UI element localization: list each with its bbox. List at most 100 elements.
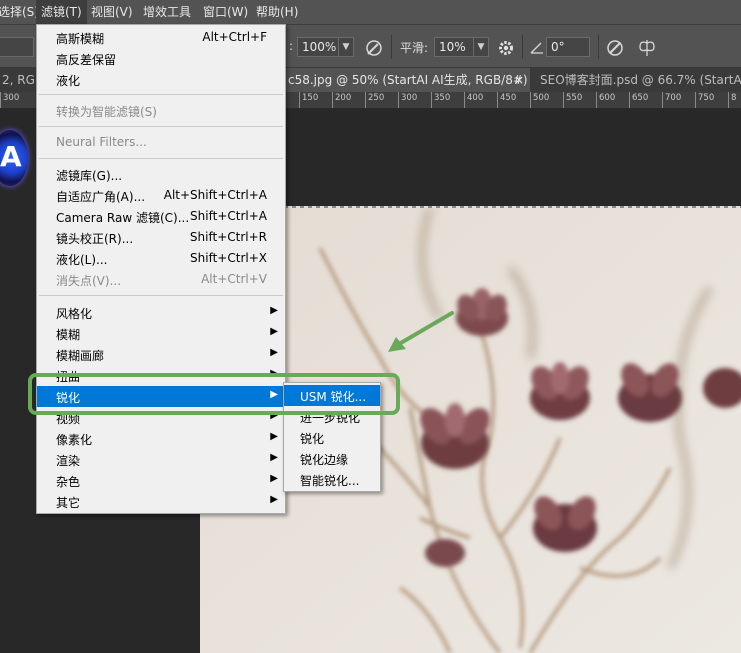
menu-item-label: 消失点(V)... (56, 274, 122, 288)
menu-item-label: 风格化 (56, 307, 93, 321)
menu-item-stylize[interactable]: 风格化 ▶ (37, 302, 285, 323)
menu-item-label: 滤镜库(G)... (56, 169, 123, 183)
menu-item-liquify[interactable]: 液化 (37, 69, 285, 90)
menu-item-high-pass[interactable]: 高反差保留 (37, 48, 285, 69)
menu-item-gaussian-blur[interactable]: 高斯模糊 Alt+Ctrl+F (37, 27, 285, 48)
smoothing-dropdown[interactable]: ▼ (473, 37, 489, 57)
annotation-highlight-box (28, 373, 400, 415)
ruler-line (299, 92, 300, 108)
opacity-input[interactable]: 100% (297, 37, 339, 57)
menu-item-label: 自适应广角(A)... (56, 190, 146, 204)
menu-item-lens-correction[interactable]: 镜头校正(R)... Shift+Ctrl+R (37, 227, 285, 248)
ruler-line (431, 92, 432, 108)
menu-select[interactable]: 选择(S) (0, 0, 39, 24)
menu-item-label: 杂色 (56, 475, 81, 489)
tab-document-3[interactable]: SEO博客封面.psd @ 66.7% (StartAI AI (540, 68, 741, 92)
ruler-line (563, 92, 564, 108)
separator (391, 35, 392, 59)
ruler-tick: 600 (599, 93, 616, 103)
ruler-tick: 700 (665, 93, 682, 103)
menu-item-label: 高斯模糊 (56, 32, 105, 46)
menu-item-label: 液化(L)... (56, 253, 108, 267)
menu-filter[interactable]: 滤镜(T) (36, 0, 87, 24)
menu-item-pixelate[interactable]: 像素化 ▶ (37, 428, 285, 449)
menu-item-label: 模糊画廊 (56, 349, 105, 363)
separator (522, 35, 523, 59)
pressure-opacity-icon[interactable] (364, 38, 384, 58)
menu-item-label: 像素化 (56, 433, 93, 447)
submenu-arrow-icon: ▶ (270, 494, 278, 505)
ruler-line (497, 92, 498, 108)
menu-item-convert-smart-filter: 转换为智能滤镜(S) (37, 100, 285, 121)
options-field-left[interactable] (0, 37, 34, 57)
menu-item-render[interactable]: 渲染 ▶ (37, 449, 285, 470)
tab-document-2[interactable]: c58.jpg @ 50% (StartAI AI生成, RGB/8#) * × (286, 68, 530, 92)
menu-item-noise[interactable]: 杂色 ▶ (37, 470, 285, 491)
menu-item-vanishing-point: 消失点(V)... Alt+Ctrl+V (37, 269, 285, 290)
menu-item-shortcut: Alt+Ctrl+V (201, 272, 267, 286)
submenu-arrow-icon: ▶ (270, 347, 278, 358)
menu-item-filter-gallery[interactable]: 滤镜库(G)... (37, 164, 285, 185)
ruler-line (398, 92, 399, 108)
menu-item-label: 渲染 (56, 454, 81, 468)
menu-item-shortcut: Shift+Ctrl+A (190, 209, 267, 223)
menu-item-shortcut: Shift+Ctrl+R (189, 230, 267, 244)
submenu-item-sharpen[interactable]: 锐化 (284, 427, 380, 448)
menu-item-label: Neural Filters... (56, 135, 147, 149)
menu-item-label: 液化 (56, 74, 81, 88)
symmetry-icon[interactable] (637, 38, 657, 58)
menu-item-other[interactable]: 其它 ▶ (37, 491, 285, 512)
opacity-colon: : (289, 39, 294, 53)
ruler-line (728, 92, 729, 108)
menu-item-shortcut: Alt+Shift+Ctrl+A (163, 188, 267, 202)
menu-item-shortcut: Shift+Ctrl+X (190, 251, 267, 265)
menu-view[interactable]: 视图(V) (91, 0, 133, 24)
menu-item-blur[interactable]: 模糊 ▶ (37, 323, 285, 344)
ruler-tick: 250 (368, 93, 385, 103)
menu-item-adaptive-wide-angle[interactable]: 自适应广角(A)... Alt+Shift+Ctrl+A (37, 185, 285, 206)
angle-input[interactable]: 0° (546, 37, 590, 57)
smoothing-label: 平滑: (400, 41, 429, 55)
menu-window[interactable]: 窗口(W) (203, 0, 248, 24)
menu-item-label: 其它 (56, 496, 81, 510)
submenu-item-sharpen-edges[interactable]: 锐化边缘 (284, 448, 380, 469)
menu-item-blur-gallery[interactable]: 模糊画廊 ▶ (37, 344, 285, 365)
ruler-tick: 8 (731, 93, 737, 103)
tab-label: c58.jpg @ 50% (StartAI AI生成, RGB/8#) * (288, 73, 530, 87)
ruler-line (695, 92, 696, 108)
submenu-item-label: 智能锐化... (300, 474, 360, 488)
ruler-line (0, 92, 1, 108)
submenu-item-label: 锐化 (300, 432, 325, 446)
menu-item-liquify-dialog[interactable]: 液化(L)... Shift+Ctrl+X (37, 248, 285, 269)
ruler-tick: 450 (500, 93, 517, 103)
opacity-dropdown[interactable]: ▼ (338, 37, 354, 57)
submenu-item-label: 锐化边缘 (300, 453, 349, 467)
ruler-line (662, 92, 663, 108)
submenu-arrow-icon: ▶ (270, 431, 278, 442)
ruler-line (464, 92, 465, 108)
submenu-item-smart-sharpen[interactable]: 智能锐化... (284, 469, 380, 490)
menu-item-camera-raw[interactable]: Camera Raw 滤镜(C)... Shift+Ctrl+A (37, 206, 285, 227)
gear-icon[interactable] (497, 39, 515, 57)
ruler-tick: 550 (566, 93, 583, 103)
menu-separator (39, 94, 283, 95)
angle-icon (530, 40, 544, 54)
ruler-line (596, 92, 597, 108)
pressure-size-icon[interactable] (605, 38, 625, 58)
submenu-arrow-icon: ▶ (270, 473, 278, 484)
ruler-line (530, 92, 531, 108)
menu-help[interactable]: 帮助(H) (256, 0, 298, 24)
menu-bar: 选择(S) 滤镜(T) 视图(V) 增效工具 窗口(W) 帮助(H) (0, 0, 741, 24)
smoothing-input[interactable]: 10% (434, 37, 474, 57)
menu-item-shortcut: Alt+Ctrl+F (202, 30, 267, 44)
ruler-tick: 750 (698, 93, 715, 103)
submenu-arrow-icon: ▶ (270, 452, 278, 463)
ruler-line (629, 92, 630, 108)
submenu-arrow-icon: ▶ (270, 305, 278, 316)
ruler-tick: 200 (335, 93, 352, 103)
close-icon[interactable]: × (514, 68, 524, 92)
annotation-arrow-icon (388, 311, 454, 352)
ruler-line (365, 92, 366, 108)
menu-plugins[interactable]: 增效工具 (143, 0, 191, 24)
menu-separator (39, 158, 283, 159)
